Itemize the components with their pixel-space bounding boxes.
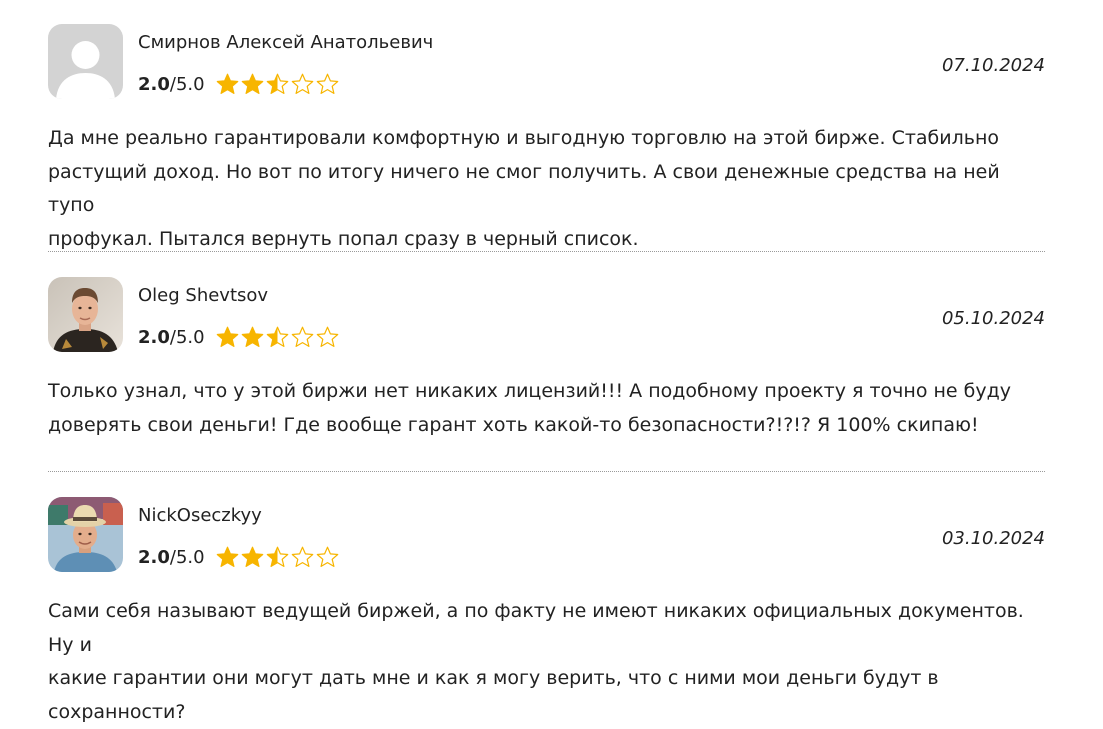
- star-rating: [215, 72, 340, 96]
- star-empty-icon: [316, 326, 338, 347]
- review-date: 07.10.2024: [941, 55, 1045, 76]
- review-text-line: Сами себя называют ведущей биржей, а по …: [48, 600, 1024, 656]
- review-text-line: профукал. Пытался вернуть попал сразу в …: [48, 227, 639, 250]
- star-full-icon: [216, 326, 238, 347]
- default-avatar-icon: [48, 24, 123, 99]
- rating: 2.0/5.0: [138, 325, 340, 349]
- review-date: 03.10.2024: [941, 528, 1045, 549]
- star-rating: [215, 325, 340, 349]
- star-full-icon: [216, 546, 238, 567]
- star-empty-icon: [291, 546, 313, 567]
- star-empty-icon: [316, 73, 338, 94]
- review-text-line: какие гарантии они могут дать мне и как …: [48, 667, 939, 723]
- star-empty-icon: [316, 546, 338, 567]
- star-half-icon: [266, 73, 288, 94]
- review-text: Сами себя называют ведущей биржей, а по …: [48, 595, 1045, 729]
- rating-score: 2.0: [138, 546, 170, 568]
- star-empty-icon: [291, 326, 313, 347]
- star-half-icon: [266, 546, 288, 567]
- star-half-icon: [266, 326, 288, 347]
- user-photo: [48, 277, 123, 352]
- rating-score: 2.0: [138, 73, 170, 95]
- rating-max: 5.0: [175, 546, 205, 568]
- reviewer-name: NickOseczkyy: [138, 505, 262, 526]
- star-full-icon: [241, 73, 263, 94]
- reviewer-name: Смирнов Алексей Анатольевич: [138, 32, 434, 53]
- rating-max: 5.0: [175, 326, 205, 348]
- star-full-icon: [241, 546, 263, 567]
- review-text-line: доверять свои деньги! Где вообще гарант …: [48, 413, 979, 436]
- review-text: Только узнал, что у этой биржи нет никак…: [48, 375, 1045, 442]
- star-empty-icon: [291, 73, 313, 94]
- review-date: 05.10.2024: [941, 308, 1045, 329]
- rating: 2.0/5.0: [138, 545, 340, 569]
- star-full-icon: [216, 73, 238, 94]
- rating-max: 5.0: [175, 73, 205, 95]
- user-photo: [48, 497, 123, 572]
- review-text: Да мне реально гарантировали комфортную …: [48, 122, 1045, 256]
- star-full-icon: [241, 326, 263, 347]
- review-text-line: Только узнал, что у этой биржи нет никак…: [48, 380, 1011, 402]
- review-text-line: растущий доход. Но вот по итогу ничего н…: [48, 160, 1000, 217]
- review-divider: [48, 251, 1045, 252]
- rating-score: 2.0: [138, 326, 170, 348]
- reviewer-name: Oleg Shevtsov: [138, 285, 269, 306]
- review-text-line: Да мне реально гарантировали комфортную …: [48, 127, 1000, 149]
- rating: 2.0/5.0: [138, 72, 340, 96]
- review-divider: [48, 471, 1045, 472]
- star-rating: [215, 545, 340, 569]
